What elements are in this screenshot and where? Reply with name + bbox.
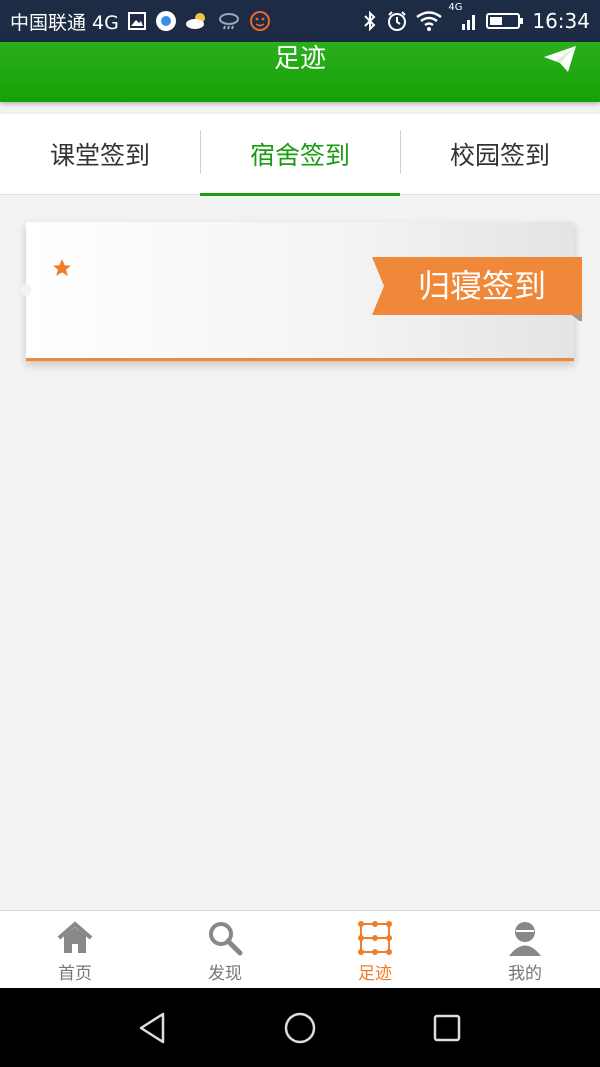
status-bar-left: 中国联通 4G [10,8,271,35]
nav-item-mine[interactable]: 我的 [450,911,600,989]
send-button[interactable] [542,44,578,74]
nav-label-home: 首页 [58,964,92,984]
battery-icon [486,11,524,31]
recents-square-icon[interactable] [427,1008,467,1048]
signin-tabs: 课堂签到 宿舍签到 校园签到 [0,114,600,196]
card-notch [21,284,31,296]
bottom-navigation: 首页 发现 足迹 我的 [0,910,600,989]
back-triangle-icon[interactable] [133,1008,173,1048]
clock-time: 16:34 [532,9,590,33]
user-icon [509,922,541,956]
face-app-icon [249,10,271,32]
page-title: 足迹 [273,44,326,74]
nav-label-mine: 我的 [508,964,542,984]
home-circle-icon[interactable] [280,1008,320,1048]
nav-label-footprint: 足迹 [358,964,392,984]
cellular-signal-icon: 4G [448,2,478,32]
browser-app-icon [155,10,177,32]
footprint-grid-icon [358,921,392,955]
weather-rain-icon [217,11,241,31]
bluetooth-icon [362,10,378,32]
search-icon [209,922,243,956]
paper-plane-icon [544,46,576,72]
tab-classroom-signin[interactable]: 课堂签到 [0,114,200,194]
gallery-icon [127,11,147,31]
nav-item-home[interactable]: 首页 [0,911,150,989]
return-dorm-signin-label: 归寝签到 [417,267,546,305]
nav-item-footprint[interactable]: 足迹 [300,911,450,989]
home-icon [57,921,93,953]
nav-label-discover: 发现 [208,964,242,984]
app-header: 足迹 [0,42,600,102]
status-bar-right: 4G 16:34 [362,2,590,33]
status-bar: 中国联通 4G 4G 16:34 [0,0,600,42]
return-dorm-signin-card[interactable]: 归寝签到 [21,222,582,361]
wifi-icon [416,11,443,31]
weather-cloud-sun-icon [185,11,209,31]
tab-campus-signin[interactable]: 校园签到 [400,114,600,194]
moon-star-icon [53,259,109,308]
alarm-icon [386,10,408,32]
carrier-label: 中国联通 4G [10,11,119,34]
nav-item-discover[interactable]: 发现 [150,911,300,989]
network-type-label: 4G [448,2,463,13]
system-navigation-bar [0,988,600,1067]
tab-dorm-signin[interactable]: 宿舍签到 [200,114,400,196]
